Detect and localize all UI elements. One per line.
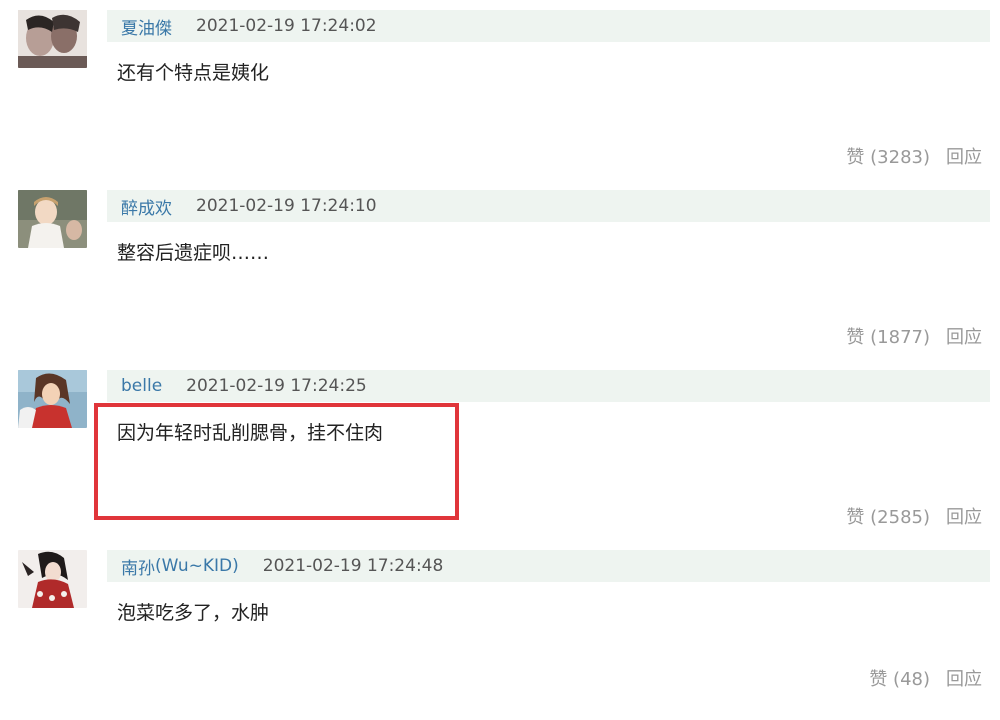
comment-timestamp: 2021-02-19 17:24:10 bbox=[196, 196, 377, 216]
reply-button[interactable]: 回应 bbox=[946, 665, 982, 691]
comment-actions: 赞 (48) 回应 bbox=[869, 665, 982, 691]
comment-item: 醉成欢 2021-02-19 17:24:10 整容后遗症呗…… 赞 (1877… bbox=[0, 180, 1000, 360]
username-link[interactable]: 夏油傑 bbox=[121, 14, 172, 39]
comment-text: 还有个特点是姨化 bbox=[117, 62, 270, 84]
comment-header: 南孙 (Wu~KID) 2021-02-19 17:24:48 bbox=[107, 550, 990, 582]
user-avatar-icon[interactable] bbox=[18, 190, 87, 248]
user-avatar-icon[interactable] bbox=[18, 370, 87, 428]
comment-header: belle 2021-02-19 17:24:25 bbox=[107, 370, 990, 402]
highlight-annotation-box bbox=[94, 403, 459, 520]
comment-actions: 赞 (3283) 回应 bbox=[846, 143, 982, 169]
like-button[interactable]: 赞 (2585) bbox=[846, 503, 930, 529]
comment-item: 夏油傑 2021-02-19 17:24:02 还有个特点是姨化 赞 (3283… bbox=[0, 0, 1000, 180]
comment-timestamp: 2021-02-19 17:24:48 bbox=[262, 556, 444, 576]
comment-timestamp: 2021-02-19 17:24:02 bbox=[196, 16, 377, 36]
like-button[interactable]: 赞 (3283) bbox=[846, 143, 930, 169]
user-avatar-icon[interactable] bbox=[18, 550, 87, 608]
username-alias: (Wu~KID) bbox=[155, 556, 239, 576]
reply-button[interactable]: 回应 bbox=[946, 503, 982, 529]
user-avatar-icon[interactable] bbox=[18, 10, 87, 68]
comment-actions: 赞 (2585) 回应 bbox=[846, 503, 982, 529]
comment-header: 夏油傑 2021-02-19 17:24:02 bbox=[107, 10, 990, 42]
comment-text: 泡菜吃多了，水肿 bbox=[117, 602, 270, 624]
comment-timestamp: 2021-02-19 17:24:25 bbox=[186, 376, 367, 396]
comment-item: 南孙 (Wu~KID) 2021-02-19 17:24:48 泡菜吃多了，水肿… bbox=[0, 540, 1000, 720]
comment-actions: 赞 (1877) 回应 bbox=[846, 323, 982, 349]
username-link[interactable]: belle bbox=[121, 376, 162, 396]
reply-button[interactable]: 回应 bbox=[946, 143, 982, 169]
reply-button[interactable]: 回应 bbox=[946, 323, 982, 349]
comment-header: 醉成欢 2021-02-19 17:24:10 bbox=[107, 190, 990, 222]
comment-text: 整容后遗症呗…… bbox=[117, 242, 270, 264]
like-button[interactable]: 赞 (1877) bbox=[846, 323, 930, 349]
username-link[interactable]: 南孙 bbox=[121, 554, 155, 579]
username-link[interactable]: 醉成欢 bbox=[121, 194, 172, 219]
like-button[interactable]: 赞 (48) bbox=[869, 665, 930, 691]
